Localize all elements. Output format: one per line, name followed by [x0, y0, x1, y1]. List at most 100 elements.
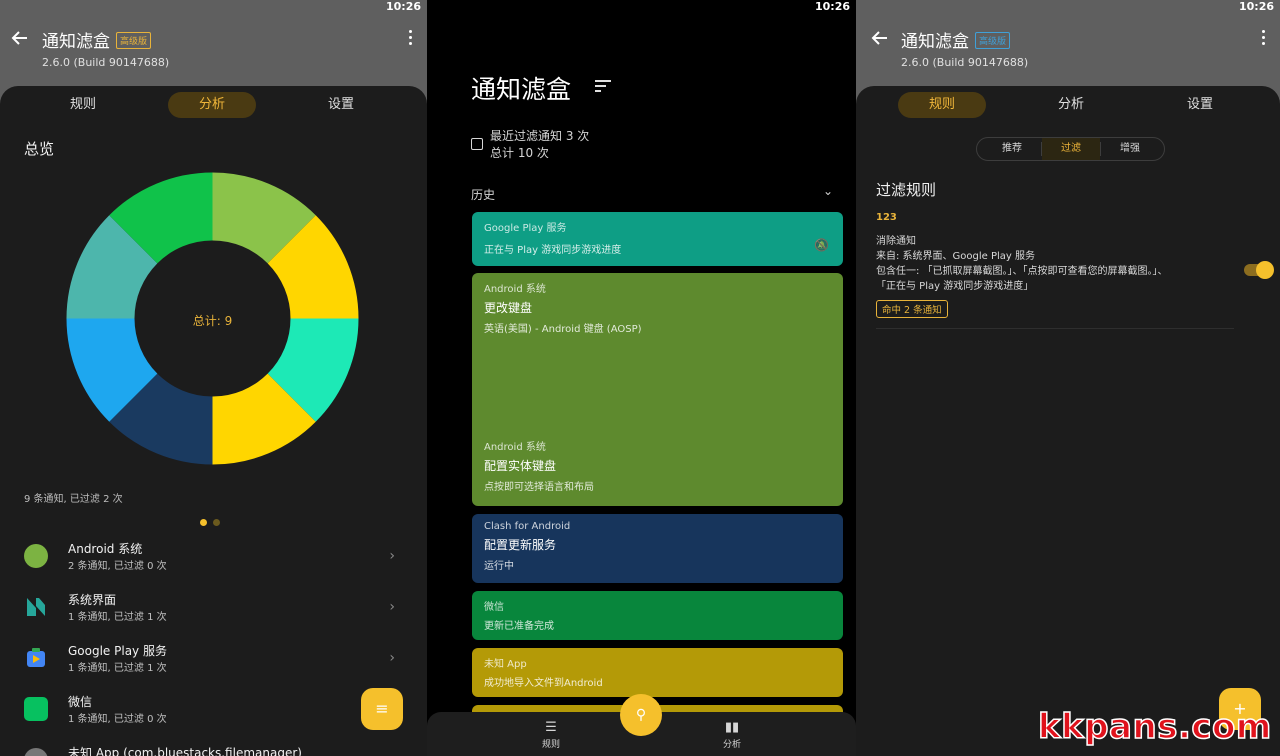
- notification-card-group[interactable]: Android 系统 更改键盘 英语(美国) - Android 键盘 (AOS…: [472, 273, 843, 506]
- rule-type-segmented: 推荐 过滤 增强: [976, 137, 1165, 161]
- pro-badge: 高级版: [116, 32, 152, 49]
- app-title-text: 通知滤盒: [42, 32, 110, 52]
- card-text: 成功地导入文件到Android: [484, 678, 603, 689]
- nav-label: 分析: [722, 740, 741, 750]
- card-text: 运行中: [484, 561, 514, 572]
- history-header: 历史: [471, 188, 496, 202]
- segment-recommended[interactable]: 推荐: [983, 138, 1041, 160]
- chevron-right-icon: ›: [389, 548, 395, 564]
- filter-stats[interactable]: 最近过滤通知 3 次 总计 10 次: [471, 128, 589, 162]
- filter-fab[interactable]: ≡: [361, 688, 403, 730]
- android-system-icon: [24, 544, 48, 568]
- card-title: 更改键盘: [484, 301, 533, 315]
- main-title: 通知滤盒: [471, 75, 572, 104]
- tab-analysis[interactable]: 分析: [1027, 92, 1115, 118]
- rules-screen: 10:26 通知滤盒 高级版 2.6.0 (Build 90147688) 规则 …: [856, 0, 1280, 756]
- back-arrow-icon[interactable]: [10, 28, 30, 48]
- app-title: 通知滤盒 高级版: [901, 27, 1011, 52]
- rule-hit-badge: 命中 2 条通知: [876, 300, 948, 318]
- tab-bar: 规则 分析 设置: [0, 92, 427, 118]
- status-time: 10:26: [385, 0, 421, 13]
- card-app: 未知 App: [484, 659, 527, 670]
- app-row-android[interactable]: Android 系统 2 条通知, 已过滤 0 次 ›: [0, 536, 427, 587]
- app-version: 2.6.0 (Build 90147688): [42, 56, 170, 69]
- donut-total-label: 总计: 9: [192, 314, 233, 328]
- system-ui-icon: [27, 598, 45, 616]
- card-app: Android 系统: [484, 442, 546, 453]
- sort-icon[interactable]: [595, 80, 611, 92]
- app-title: 通知滤盒 高级版: [42, 27, 152, 52]
- analysis-screen: 10:26 通知滤盒 高级版 2.6.0 (Build 90147688) 规则 …: [0, 0, 427, 756]
- notification-card[interactable]: Google Play 服务 正在与 Play 游戏同步游戏进度 🔕: [472, 212, 843, 266]
- pro-badge: 高级版: [975, 32, 1011, 49]
- app-name: 微信: [68, 695, 93, 709]
- app-bar: 通知滤盒 高级版 2.6.0 (Build 90147688): [856, 22, 1280, 78]
- notifications-off-icon[interactable]: 🔕: [814, 238, 829, 252]
- app-stats: 1 条通知, 已过滤 1 次: [68, 612, 167, 623]
- more-options-icon[interactable]: [407, 30, 413, 48]
- app-title-text: 通知滤盒: [901, 32, 969, 52]
- card-text: 正在与 Play 游戏同步游戏进度: [484, 245, 622, 256]
- tab-analysis[interactable]: 分析: [168, 92, 256, 118]
- wechat-icon: [24, 697, 48, 721]
- app-name: 系统界面: [68, 593, 117, 607]
- page-indicator: [200, 511, 230, 526]
- segment-enhance[interactable]: 增强: [1101, 138, 1159, 160]
- rule-name: 123: [876, 212, 897, 223]
- overview-title: 总览: [24, 140, 55, 158]
- nav-analysis[interactable]: ▮▮ 分析: [702, 720, 762, 750]
- app-bar: 通知滤盒 高级版 2.6.0 (Build 90147688): [0, 22, 427, 78]
- nav-label: 规则: [541, 740, 560, 750]
- page-dot-active: [200, 519, 207, 526]
- tab-settings[interactable]: 设置: [297, 92, 385, 118]
- more-options-icon[interactable]: [1260, 30, 1266, 48]
- app-row-unknown[interactable]: 未知 App (com.bluestacks.filemanager): [0, 740, 427, 756]
- app-row-play-services[interactable]: Google Play 服务 1 条通知, 已过滤 1 次 ›: [0, 638, 427, 689]
- card-app: 微信: [484, 602, 504, 613]
- rule-source: 来自: 系统界面、Google Play 服务: [876, 251, 1036, 262]
- divider: [876, 328, 1234, 329]
- content-sheet: 规则 分析 设置 推荐 过滤 增强 过滤规则 123 消除通知 来自: 系统界面…: [856, 86, 1280, 756]
- rule-action: 消除通知: [876, 236, 916, 247]
- app-name: 未知 App (com.bluestacks.filemanager): [68, 746, 302, 756]
- app-name: Android 系统: [68, 542, 143, 556]
- status-time: 10:26: [814, 0, 850, 13]
- segment-filter[interactable]: 过滤: [1042, 138, 1100, 160]
- status-time: 10:26: [1238, 0, 1274, 13]
- tab-bar: 规则 分析 设置: [856, 92, 1280, 118]
- status-bar: 10:26: [0, 0, 427, 14]
- filter-rules-title: 过滤规则: [876, 181, 937, 199]
- card-text: 英语(美国) - Android 键盘 (AOSP): [484, 324, 642, 335]
- recent-filter-count: 最近过滤通知 3 次: [490, 129, 590, 143]
- chevron-down-icon[interactable]: ⌄: [823, 184, 833, 198]
- analysis-summary: 9 条通知, 已过滤 2 次: [24, 494, 123, 505]
- watermark: kkpans.com: [1037, 706, 1272, 748]
- search-icon: ⚲: [635, 707, 647, 723]
- tab-rules[interactable]: 规则: [39, 92, 127, 118]
- nav-rules[interactable]: ☰ 规则: [521, 720, 581, 750]
- overview-donut-chart: 总计: 9: [66, 172, 359, 465]
- total-filter-count: 总计 10 次: [490, 146, 549, 160]
- play-services-icon: [27, 648, 45, 667]
- history-screen: 10:26 通知滤盒 最近过滤通知 3 次 总计 10 次 历史 ⌄ Googl…: [427, 0, 856, 756]
- chevron-right-icon: ›: [389, 599, 395, 615]
- rule-enabled-toggle[interactable]: [1244, 261, 1274, 279]
- notification-card[interactable]: 未知 App 成功地导入文件到Android: [472, 648, 843, 697]
- page-dot: [213, 519, 220, 526]
- rule-description[interactable]: 消除通知 来自: 系统界面、Google Play 服务 包含任一: 「已抓取屏…: [876, 234, 1236, 294]
- rule-keywords: 包含任一: 「已抓取屏幕截图。」、「点按即可查看您的屏幕截图。」、: [876, 266, 1168, 277]
- app-row-system-ui[interactable]: 系统界面 1 条通知, 已过滤 1 次 ›: [0, 587, 427, 638]
- card-app: Google Play 服务: [484, 223, 567, 234]
- tab-rules[interactable]: 规则: [898, 92, 986, 118]
- search-fab[interactable]: ⚲: [620, 694, 662, 736]
- app-stats: 1 条通知, 已过滤 1 次: [68, 663, 167, 674]
- card-text: 点按即可选择语言和布局: [484, 482, 594, 493]
- bar-chart-icon: ▮▮: [724, 720, 740, 735]
- notification-card[interactable]: Clash for Android 配置更新服务 运行中: [472, 514, 843, 583]
- app-version: 2.6.0 (Build 90147688): [901, 56, 1029, 69]
- back-arrow-icon[interactable]: [870, 28, 890, 48]
- tab-settings[interactable]: 设置: [1156, 92, 1244, 118]
- open-external-icon: [471, 138, 483, 150]
- card-text: 更新已准备完成: [484, 621, 554, 632]
- notification-card[interactable]: 微信 更新已准备完成: [472, 591, 843, 640]
